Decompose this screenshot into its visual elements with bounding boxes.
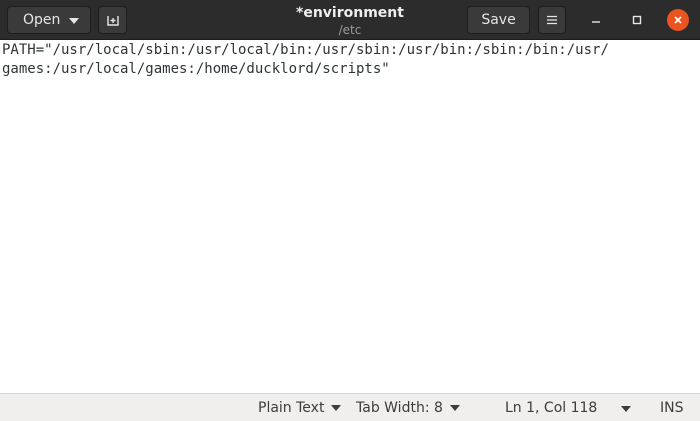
save-button[interactable]: Save bbox=[467, 6, 530, 34]
open-button-label: Open bbox=[23, 12, 61, 28]
menu-button[interactable] bbox=[538, 6, 566, 34]
maximize-icon bbox=[632, 15, 642, 25]
minimize-icon bbox=[592, 21, 600, 23]
window-subtitle: /etc bbox=[338, 23, 362, 37]
tab-width-label: Tab Width: 8 bbox=[356, 400, 443, 416]
chevron-down-icon bbox=[69, 18, 79, 24]
close-icon bbox=[674, 16, 682, 24]
new-document-icon bbox=[106, 16, 119, 26]
chevron-down-icon bbox=[449, 405, 460, 411]
chevron-down-icon bbox=[331, 405, 342, 411]
tab-width-selector[interactable]: Tab Width: 8 bbox=[356, 400, 460, 416]
cursor-position-label: Ln 1, Col 118 bbox=[505, 400, 598, 416]
text-editor[interactable]: PATH="/usr/local/sbin:/usr/local/bin:/us… bbox=[0, 41, 700, 393]
editor-line: games:/usr/local/games:/home/ducklord/sc… bbox=[2, 61, 390, 77]
window-title-area: *environment /etc bbox=[250, 4, 450, 38]
editor-content[interactable]: PATH="/usr/local/sbin:/usr/local/bin:/us… bbox=[2, 41, 609, 79]
maximize-button[interactable] bbox=[626, 9, 648, 31]
open-button[interactable]: Open bbox=[7, 6, 91, 34]
minimize-button[interactable] bbox=[585, 9, 607, 31]
cursor-position[interactable]: Ln 1, Col 118 bbox=[505, 400, 597, 416]
editor-line: PATH="/usr/local/sbin:/usr/local/bin:/us… bbox=[2, 42, 609, 58]
close-button[interactable] bbox=[667, 9, 689, 31]
language-selector[interactable]: Plain Text bbox=[258, 400, 342, 416]
chevron-down-icon[interactable] bbox=[621, 406, 631, 412]
new-document-button[interactable] bbox=[98, 6, 127, 34]
header-bar: Open *environment /etc Save bbox=[0, 0, 700, 40]
language-label: Plain Text bbox=[258, 400, 325, 416]
window-title: *environment bbox=[296, 5, 404, 21]
hamburger-menu-icon bbox=[547, 15, 557, 25]
save-button-label: Save bbox=[481, 12, 516, 28]
insert-mode-indicator[interactable]: INS bbox=[660, 400, 684, 416]
insert-mode-label: INS bbox=[660, 400, 684, 416]
status-bar: Plain Text Tab Width: 8 Ln 1, Col 118 IN… bbox=[0, 393, 700, 421]
